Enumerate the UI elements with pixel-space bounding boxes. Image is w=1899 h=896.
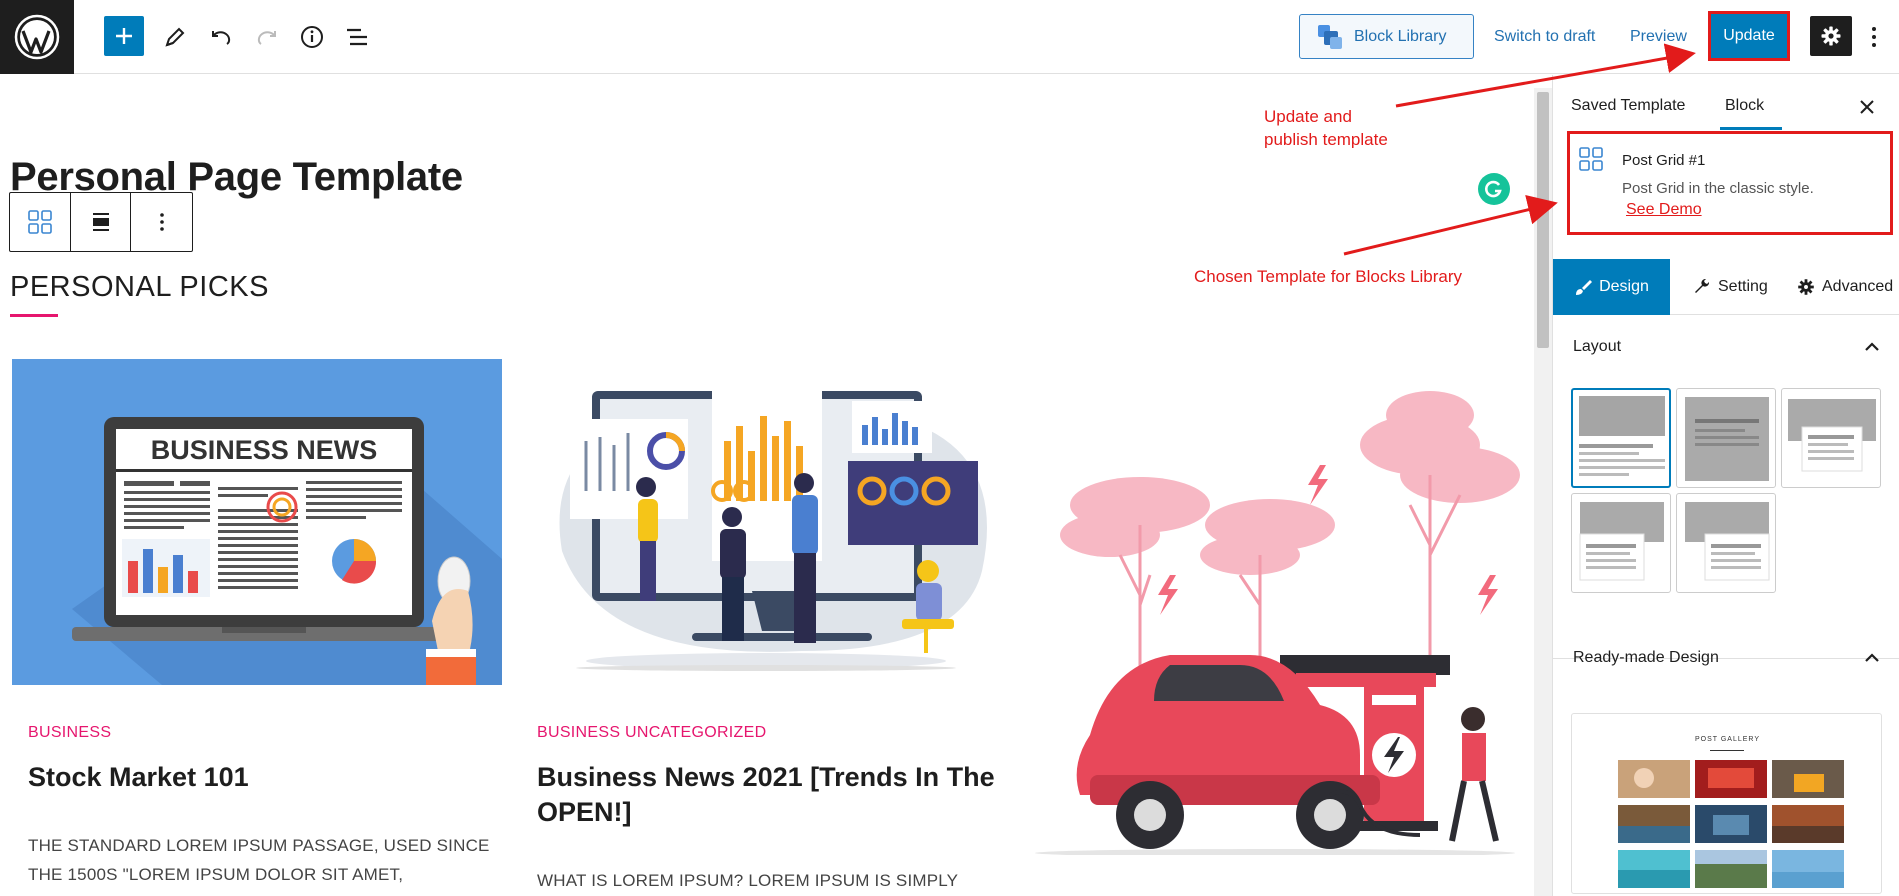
block-library-label: Block Library <box>1354 27 1447 45</box>
see-demo-link[interactable]: See Demo <box>1626 201 1702 219</box>
post-excerpt: THE STANDARD LOREM IPSUM PASSAGE, USED S… <box>28 836 490 855</box>
pencil-icon[interactable] <box>158 20 192 54</box>
layout-option[interactable] <box>1571 493 1671 593</box>
post-category[interactable]: BUSINESS UNCATEGORIZED <box>537 724 766 742</box>
active-tab-indicator <box>1720 127 1782 130</box>
tab-advanced-label: Advanced <box>1822 278 1894 295</box>
block-library-button[interactable]: Block Library <box>1299 14 1474 59</box>
settings-tabs: Design Setting Advanced <box>1553 259 1899 315</box>
post-category[interactable]: BUSINESS <box>28 724 111 742</box>
brush-icon <box>1576 280 1593 295</box>
tab-block[interactable]: Block <box>1725 97 1764 115</box>
post-title[interactable]: Business News 2021 [Trends In The <box>537 760 995 795</box>
gallery-label: POST GALLERY <box>1694 736 1761 743</box>
settings-gear-icon[interactable] <box>1810 16 1852 56</box>
list-view-icon[interactable] <box>340 20 374 54</box>
post-excerpt: THE 1500S "LOREM IPSUM DOLOR SIT AMET, <box>28 865 404 884</box>
post-card[interactable]: BUSINESS NEWS <box>12 359 502 690</box>
tab-saved-template[interactable]: Saved Template <box>1571 97 1685 115</box>
annotation-update-line2: publish template <box>1264 130 1388 148</box>
tab-setting[interactable]: Setting <box>1693 259 1768 315</box>
post-thumbnail[interactable] <box>1030 375 1520 860</box>
more-options-icon[interactable] <box>1864 20 1884 54</box>
chevron-up-icon[interactable] <box>1863 649 1881 667</box>
grammarly-icon[interactable] <box>1478 173 1510 205</box>
layout-panel-heading[interactable]: Layout <box>1573 338 1621 356</box>
post-title[interactable]: Stock Market 101 <box>28 760 249 795</box>
add-block-icon[interactable] <box>104 16 144 56</box>
heading-underline <box>10 314 58 317</box>
layout-option[interactable] <box>1676 388 1776 488</box>
post-title[interactable]: OPEN!] <box>537 795 632 830</box>
annotation-chosen: Chosen Template for Blocks Library <box>1194 267 1463 286</box>
settings-sidebar: Saved Template Block Post Grid #1 Post G… <box>1552 75 1899 896</box>
post-thumbnail[interactable] <box>522 371 1012 676</box>
readymade-panel-heading[interactable]: Ready-made Design <box>1573 649 1719 667</box>
tab-setting-label: Setting <box>1718 278 1768 295</box>
block-card: Post Grid #1 Post Grid in the classic st… <box>1567 131 1893 235</box>
wordpress-logo-icon[interactable] <box>0 0 74 74</box>
switch-to-draft-link[interactable]: Switch to draft <box>1494 28 1595 46</box>
block-toolbar <box>9 192 193 252</box>
editor-canvas: Personal Page Template PERSONAL PICKS BU… <box>0 75 1534 896</box>
post-thumbnail[interactable]: BUSINESS NEWS <box>12 359 502 690</box>
tab-advanced[interactable]: Advanced <box>1797 259 1893 315</box>
tab-design-label: Design <box>1599 278 1649 295</box>
gallery-label-underline <box>1710 750 1744 751</box>
redo-icon[interactable] <box>250 20 284 54</box>
post-grid-block-icon[interactable] <box>10 193 71 251</box>
post-excerpt: WHAT IS LOREM IPSUM? LOREM IPSUM IS SIMP… <box>537 871 959 890</box>
annotation-update-line1: Update and <box>1264 107 1352 126</box>
scrollbar-thumb[interactable] <box>1537 92 1549 348</box>
update-button[interactable]: Update <box>1708 11 1790 61</box>
info-icon[interactable] <box>295 20 329 54</box>
chevron-up-icon[interactable] <box>1863 338 1881 356</box>
block-card-description: Post Grid in the classic style. <box>1622 180 1814 197</box>
block-options-icon[interactable] <box>131 193 192 251</box>
align-icon[interactable] <box>71 193 132 251</box>
cog-icon <box>1798 279 1814 295</box>
readymade-design-preview[interactable]: POST GALLERY <box>1571 713 1882 894</box>
layout-option[interactable] <box>1781 388 1881 488</box>
layout-option[interactable] <box>1676 493 1776 593</box>
tab-design[interactable]: Design <box>1553 259 1670 315</box>
block-card-title: Post Grid #1 <box>1622 152 1706 169</box>
layout-option[interactable] <box>1571 388 1671 488</box>
post-card[interactable] <box>1030 375 1520 860</box>
section-heading[interactable]: PERSONAL PICKS <box>10 271 269 304</box>
post-grid-icon <box>1579 147 1603 171</box>
update-label: Update <box>1711 14 1787 58</box>
editor-header: Block Library Switch to draft Preview Up… <box>0 0 1899 74</box>
preview-link[interactable]: Preview <box>1630 28 1687 46</box>
post-card[interactable] <box>522 371 1012 676</box>
newspaper-headline: BUSINESS NEWS <box>151 435 378 465</box>
close-icon[interactable] <box>1853 93 1881 121</box>
canvas-scrollbar[interactable] <box>1534 88 1552 896</box>
wrench-icon <box>1695 278 1710 293</box>
block-library-icon <box>1318 24 1342 49</box>
undo-icon[interactable] <box>204 20 238 54</box>
